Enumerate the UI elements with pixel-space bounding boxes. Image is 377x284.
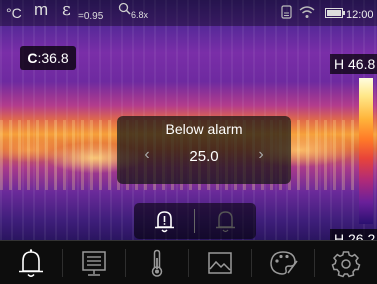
bottom-toolbar <box>0 240 377 284</box>
bell-alarm-icon <box>155 211 174 233</box>
wifi-icon <box>299 5 315 19</box>
thermometer-icon <box>151 249 163 277</box>
toolbar-palette-button[interactable] <box>252 241 314 284</box>
zoom-icon <box>118 2 131 15</box>
emissivity-symbol: ε <box>62 0 71 20</box>
status-bar: °C m ε =0.95 6.8x 12:00 <box>0 0 377 26</box>
zoom-value: 6.8x <box>131 10 149 20</box>
thermal-camera-screen: °C m ε =0.95 6.8x 12:00 C:36.8 H 46.8 H … <box>0 0 377 284</box>
center-temp-value: :36.8 <box>37 50 69 66</box>
increase-arrow-icon[interactable]: › <box>251 146 271 164</box>
monitor-icon <box>82 251 106 276</box>
battery-icon <box>325 8 345 18</box>
alarm-on-button[interactable] <box>134 203 195 239</box>
high-temp-value: 46.8 <box>348 56 376 72</box>
alarm-dialog-title: Below alarm <box>165 121 243 137</box>
alarm-toggle <box>134 203 256 239</box>
emissivity-value: =0.95 <box>78 11 104 22</box>
bell-off-icon <box>216 211 235 233</box>
alarm-dialog: Below alarm ‹ 25.0 › <box>117 116 291 184</box>
high-temperature-label: H 46.8 <box>330 54 377 74</box>
toolbar-temperature-button[interactable] <box>126 241 188 284</box>
toolbar-display-button[interactable] <box>63 241 125 284</box>
toolbar-settings-button[interactable] <box>315 241 377 284</box>
measure-mode: m <box>34 0 49 19</box>
color-scale-bar <box>359 78 373 224</box>
center-temperature: C:36.8 <box>20 46 76 70</box>
clock: 12:00 <box>346 9 374 21</box>
gear-icon <box>331 251 361 278</box>
storage-icon <box>281 5 292 19</box>
temperature-unit: °C <box>6 5 22 21</box>
toolbar-alarm-button[interactable] <box>0 241 62 284</box>
toolbar-image-button[interactable] <box>189 241 251 284</box>
center-temp-prefix: C <box>27 50 38 66</box>
alarm-off-button[interactable] <box>195 203 256 239</box>
palette-icon <box>270 251 298 275</box>
image-icon <box>208 252 232 274</box>
high-temp-letter: H <box>334 56 345 72</box>
bell-icon <box>19 249 43 277</box>
